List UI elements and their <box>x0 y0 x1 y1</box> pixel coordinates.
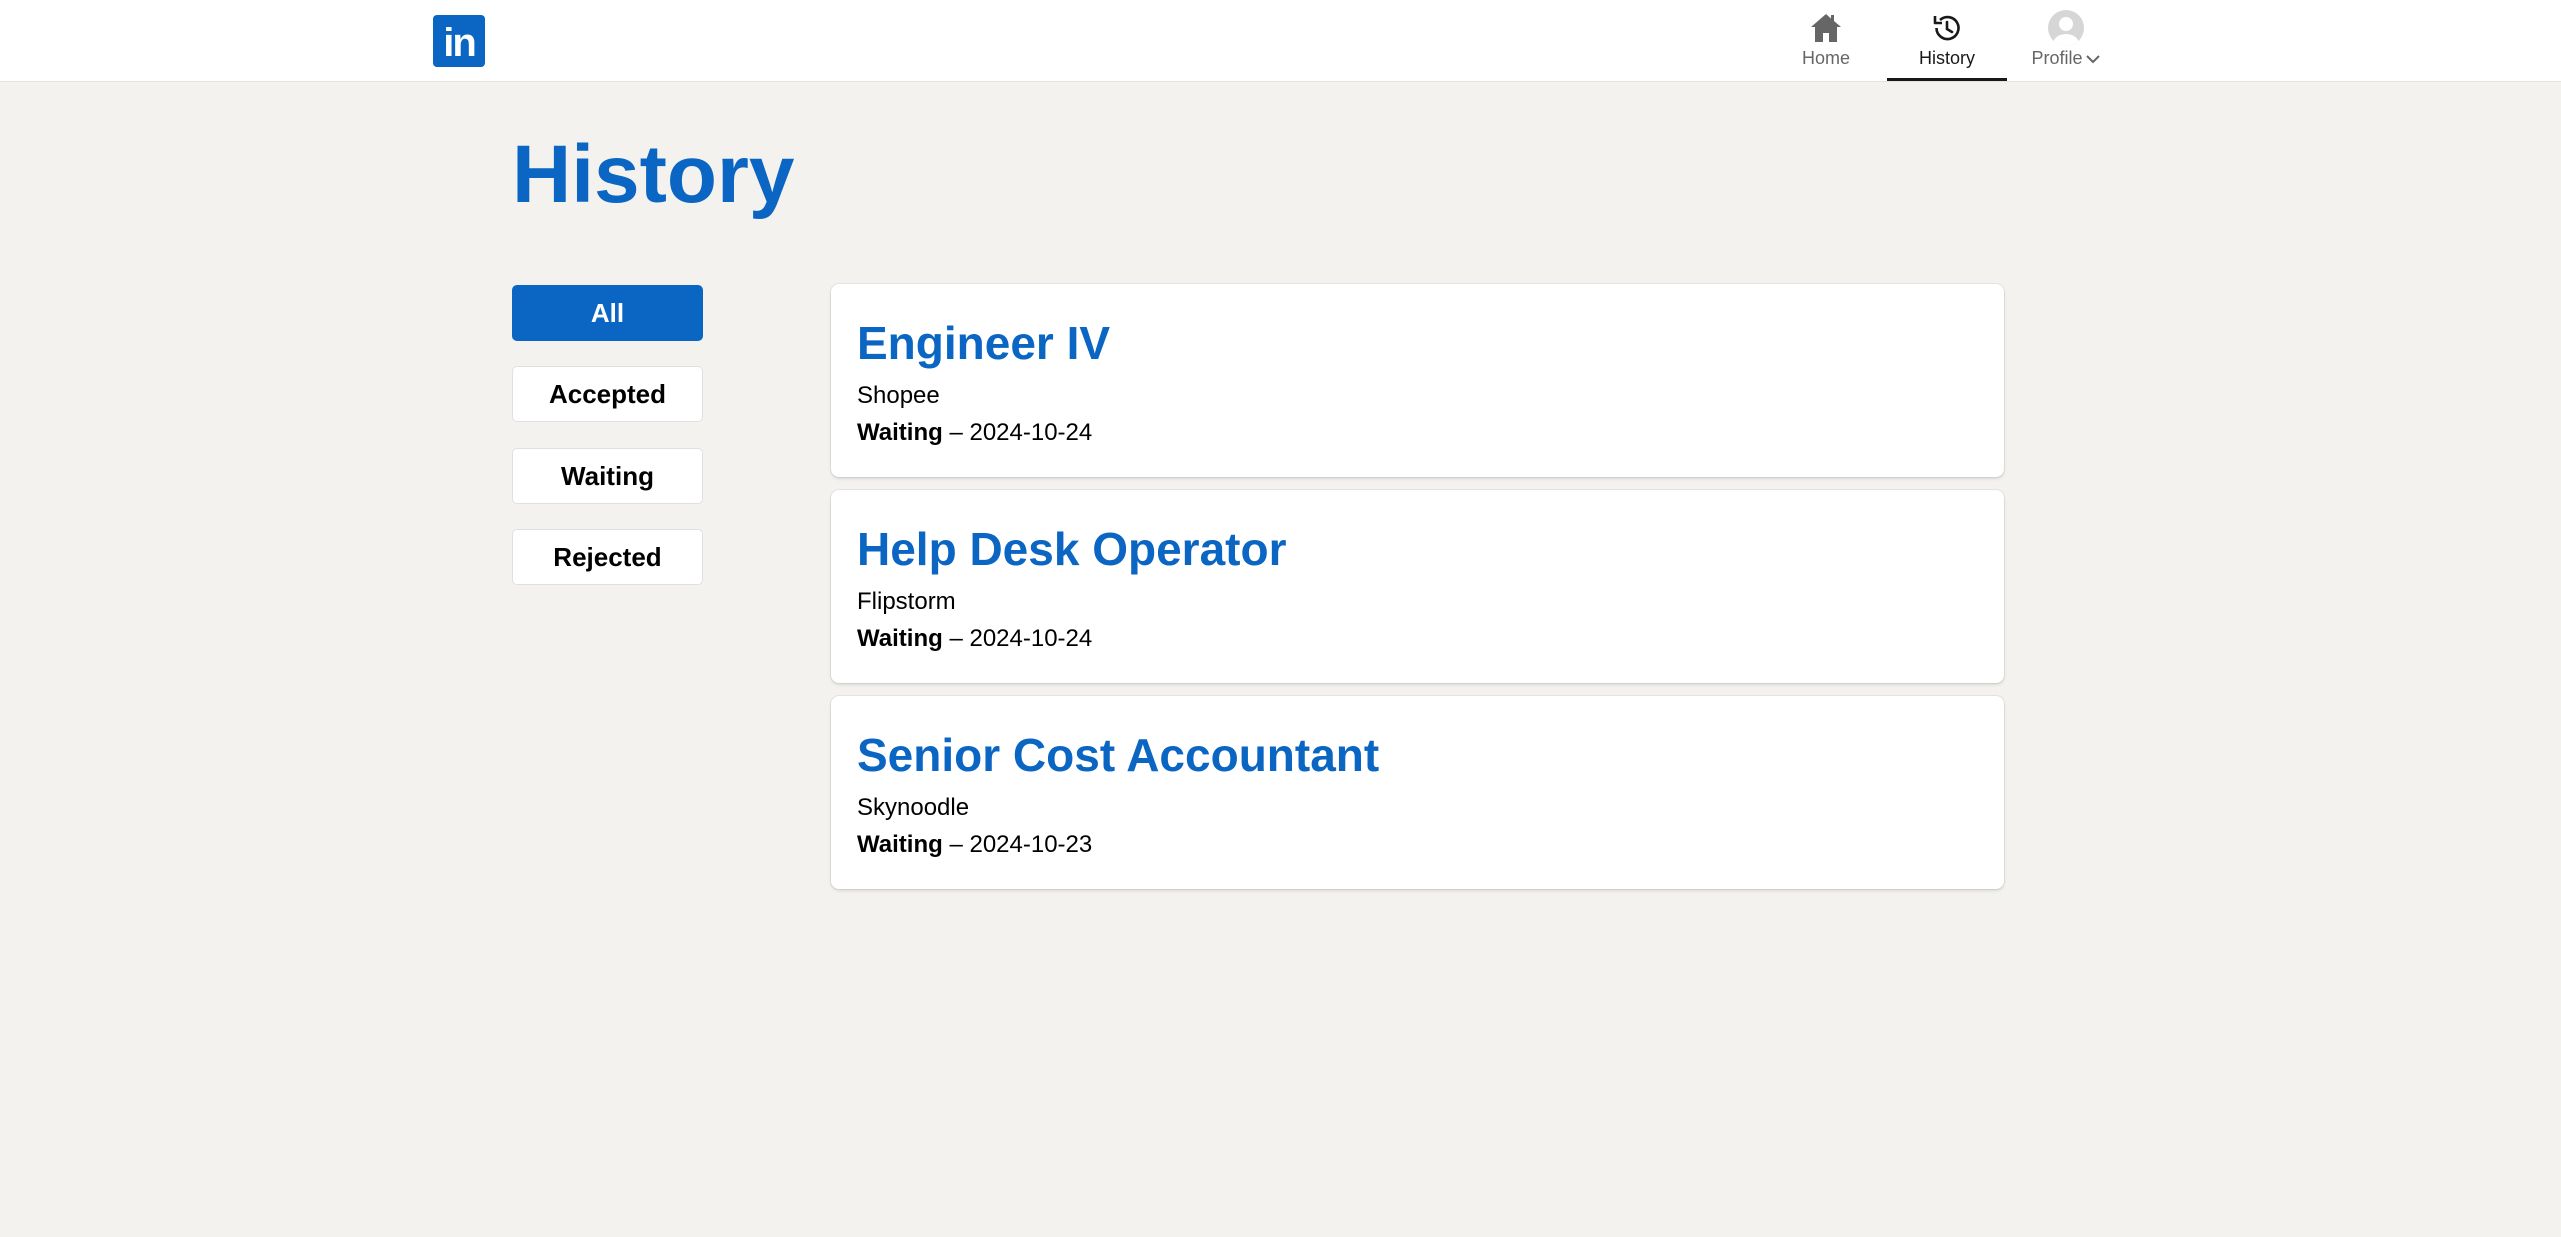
application-card[interactable]: Help Desk Operator Flipstorm Waiting – 2… <box>831 490 2004 683</box>
nav-home-label: Home <box>1801 48 1850 68</box>
status-label: Waiting <box>857 831 943 858</box>
application-date: 2024-10-24 <box>969 419 1093 446</box>
logo-text: in <box>443 21 477 65</box>
job-title[interactable]: Senior Cost Accountant <box>857 730 1379 781</box>
nav-profile[interactable]: Profile <box>2026 0 2106 81</box>
company-name: Flipstorm <box>857 588 956 615</box>
filter-accepted-button[interactable]: Accepted <box>512 366 703 422</box>
company-name: Shopee <box>857 382 940 409</box>
application-status: Waiting – 2024-10-23 <box>857 831 1092 859</box>
filter-waiting-button[interactable]: Waiting <box>512 448 703 504</box>
avatar <box>2048 10 2084 46</box>
chevron-down-icon <box>2085 53 2101 65</box>
application-date: 2024-10-23 <box>969 831 1093 858</box>
application-date: 2024-10-24 <box>969 625 1093 652</box>
job-title[interactable]: Help Desk Operator <box>857 524 1286 575</box>
status-label: Waiting <box>857 419 943 446</box>
avatar-wrapper <box>2048 10 2084 46</box>
nav-home[interactable]: Home <box>1792 0 1860 81</box>
history-icon <box>1929 10 1965 46</box>
job-title[interactable]: Engineer IV <box>857 318 1110 369</box>
application-status: Waiting – 2024-10-24 <box>857 625 1092 653</box>
linkedin-logo[interactable]: in <box>433 15 485 67</box>
status-label: Waiting <box>857 625 943 652</box>
page-title: History <box>512 129 795 220</box>
filter-all-button[interactable]: All <box>512 285 703 341</box>
application-status: Waiting – 2024-10-24 <box>857 419 1092 447</box>
profile-label: Profile <box>2031 48 2083 68</box>
top-navbar: in Home History Profile <box>0 0 2561 82</box>
status-separator: – <box>949 419 963 446</box>
home-icon <box>1808 10 1844 46</box>
filter-rejected-button[interactable]: Rejected <box>512 529 703 585</box>
application-card[interactable]: Engineer IV Shopee Waiting – 2024-10-24 <box>831 284 2004 477</box>
status-separator: – <box>949 625 963 652</box>
nav-history-label: History <box>1918 48 1975 68</box>
status-separator: – <box>949 831 963 858</box>
application-card[interactable]: Senior Cost Accountant Skynoodle Waiting… <box>831 696 2004 889</box>
nav-profile-label: Profile <box>2031 48 2100 69</box>
nav-history[interactable]: History <box>1887 0 2007 81</box>
company-name: Skynoodle <box>857 794 970 821</box>
